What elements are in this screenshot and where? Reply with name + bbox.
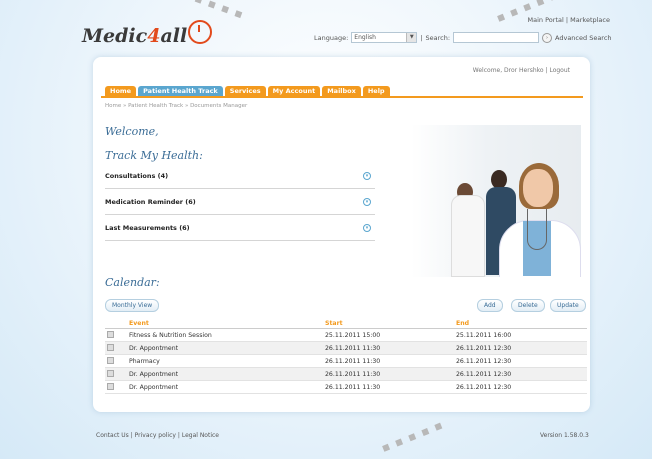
logout-link[interactable]: Logout — [549, 67, 570, 74]
event-cell: Pharmacy — [129, 354, 325, 368]
column-header-end: End — [456, 318, 587, 329]
table-row[interactable]: Pharmacy 26.11.2011 11:30 26.11.2011 12:… — [105, 354, 587, 368]
site-logo[interactable]: Medic4all — [82, 20, 213, 47]
accordion-medication-reminder[interactable]: Medication Reminder (6) ▾ — [105, 189, 375, 215]
expand-icon[interactable]: ▾ — [363, 171, 371, 180]
tab-patient-health-track[interactable]: Patient Health Track — [138, 86, 223, 96]
search-input[interactable] — [453, 32, 540, 43]
start-cell: 26.11.2011 11:30 — [325, 354, 456, 368]
language-search-bar: Language: English ▼ | Search: › Advanced… — [314, 32, 612, 43]
start-cell: 26.11.2011 11:30 — [325, 341, 456, 355]
calendar-heading: Calendar: — [105, 276, 160, 289]
tab-home[interactable]: Home — [105, 86, 137, 96]
row-checkbox[interactable] — [107, 330, 114, 338]
stethoscope-icon — [527, 209, 547, 250]
search-separator: | — [420, 33, 423, 42]
event-cell: Fitness & Nutrition Session — [129, 328, 325, 342]
event-cell: Dr. Appontment — [129, 341, 325, 355]
main-nav-tabs: Home Patient Health Track Services My Ac… — [105, 86, 390, 96]
event-cell: Dr. Appontment — [129, 367, 325, 381]
privacy-policy-link[interactable]: Privacy policy — [135, 432, 176, 439]
tab-mailbox[interactable]: Mailbox — [322, 86, 361, 96]
end-cell: 25.11.2011 16:00 — [456, 328, 587, 342]
user-bar-separator: | — [545, 67, 548, 74]
track-health-heading: Track My Health: — [105, 149, 203, 162]
event-cell: Dr. Appontment — [129, 380, 325, 394]
table-header-row: Event Start End — [105, 318, 587, 329]
table-row[interactable]: Fitness & Nutrition Session 25.11.2011 1… — [105, 328, 587, 342]
accordion-label: Consultations (4) — [105, 171, 169, 180]
calendar-table: Event Start End Fitness & Nutrition Sess… — [105, 318, 587, 394]
doctors-photo — [411, 125, 581, 277]
start-cell: 26.11.2011 11:30 — [325, 380, 456, 394]
footer-separator: | — [177, 432, 180, 439]
tab-services[interactable]: Services — [224, 86, 266, 96]
end-cell: 26.11.2011 12:30 — [456, 367, 587, 381]
table-row[interactable]: Dr. Appontment 26.11.2011 11:30 26.11.20… — [105, 367, 587, 381]
decorative-dots: ■ ■ ■ ■ ■ — [380, 419, 446, 454]
row-checkbox[interactable] — [107, 343, 114, 351]
marketplace-link[interactable]: Marketplace — [570, 16, 610, 24]
add-button[interactable]: Add — [477, 299, 503, 312]
column-header-event: Event — [129, 318, 325, 329]
monthly-view-button[interactable]: Monthly View — [105, 299, 160, 312]
accordion-label: Medication Reminder (6) — [105, 197, 196, 206]
top-links: Main Portal | Marketplace — [528, 16, 610, 24]
accordion-last-measurements[interactable]: Last Measurements (6) ▾ — [105, 215, 375, 241]
tab-my-account[interactable]: My Account — [267, 86, 321, 96]
chevron-down-icon[interactable]: ▼ — [406, 33, 417, 42]
row-checkbox[interactable] — [107, 369, 114, 377]
main-portal-link[interactable]: Main Portal — [528, 16, 564, 24]
top-links-separator: | — [565, 16, 569, 24]
footer-links: Contact Us | Privacy policy | Legal Noti… — [96, 432, 219, 439]
delete-button[interactable]: Delete — [511, 299, 545, 312]
accordion-label: Last Measurements (6) — [105, 223, 190, 232]
legal-notice-link[interactable]: Legal Notice — [182, 432, 219, 439]
clock-logo-icon — [188, 20, 213, 44]
table-row[interactable]: Dr. Appontment 26.11.2011 11:30 26.11.20… — [105, 380, 587, 394]
table-row[interactable]: Dr. Appontment 26.11.2011 11:30 26.11.20… — [105, 341, 587, 355]
expand-icon[interactable]: ▾ — [363, 197, 371, 206]
start-cell: 26.11.2011 11:30 — [325, 367, 456, 381]
contact-us-link[interactable]: Contact Us — [96, 432, 129, 439]
end-cell: 26.11.2011 12:30 — [456, 354, 587, 368]
tab-help[interactable]: Help — [362, 86, 390, 96]
decorative-dots: ■ ■ ■ ■ ■ — [180, 0, 246, 21]
language-select[interactable]: English ▼ — [351, 32, 418, 43]
update-button[interactable]: Update — [550, 299, 586, 312]
welcome-user-text: Welcome, Dror Hershko — [472, 67, 544, 74]
expand-icon[interactable]: ▾ — [363, 223, 371, 232]
search-go-icon[interactable]: › — [542, 32, 553, 43]
breadcrumb[interactable]: Home » Patient Health Track » Documents … — [105, 103, 247, 109]
main-panel: Welcome, Dror Hershko | Logout Home Pati… — [93, 57, 590, 412]
start-cell: 25.11.2011 15:00 — [325, 328, 456, 342]
column-header-start: Start — [325, 318, 456, 329]
search-label: Search: — [425, 33, 451, 42]
end-cell: 26.11.2011 12:30 — [456, 380, 587, 394]
advanced-search-link[interactable]: Advanced Search — [555, 34, 612, 42]
user-bar: Welcome, Dror Hershko | Logout — [473, 67, 570, 74]
tab-underline — [101, 96, 583, 98]
language-label: Language: — [314, 33, 349, 42]
row-checkbox[interactable] — [107, 382, 114, 390]
select-column-header — [105, 318, 129, 329]
accordion-consultations[interactable]: Consultations (4) ▾ — [105, 163, 375, 189]
welcome-heading: Welcome, — [105, 125, 159, 138]
version-label: Version 1.58.0.3 — [540, 432, 589, 439]
end-cell: 26.11.2011 12:30 — [456, 341, 587, 355]
footer-separator: | — [130, 432, 133, 439]
row-checkbox[interactable] — [107, 356, 114, 364]
